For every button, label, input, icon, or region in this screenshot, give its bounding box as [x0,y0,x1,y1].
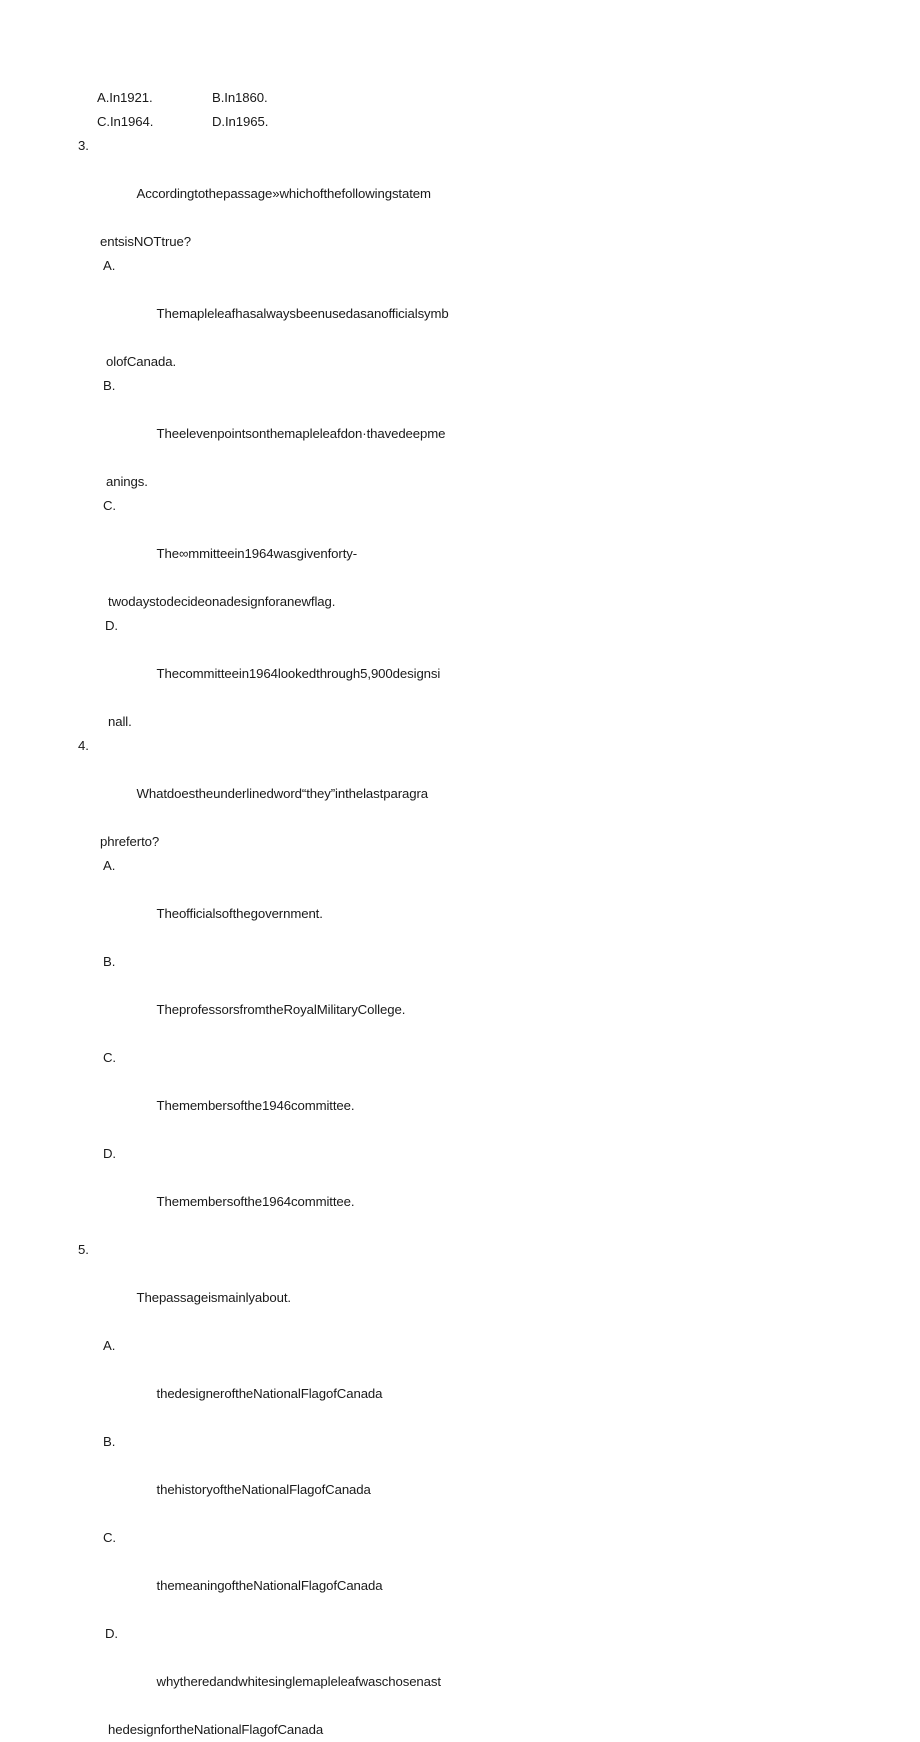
option-text: Themembersofthe1946committee. [156,1098,355,1113]
question-block-4: 4. Whatdoestheunderlinedword“they”inthel… [78,734,478,1238]
option-letter-b: B. [103,1434,116,1449]
question-number-4: 4. [78,738,89,753]
option-text: thedesigneroftheNationalFlagofCanada [156,1386,383,1401]
answer-row-cd: C.In1964. D.In1965. [78,110,478,134]
option-3-d-line-2: nall. [108,714,132,729]
question-block-5: 5. Thepassageismainlyabout. A. thedesign… [78,1238,478,1742]
option-5-b: B. thehistoryoftheNationalFlagofCanada [78,1430,478,1526]
question-stem-4-line-1: 4. Whatdoestheunderlinedword“they”inthel… [78,734,478,830]
question-stem-5-line-1: 5. Thepassageismainlyabout. [78,1238,478,1334]
option-letter-a: A. [103,258,116,273]
option-3-c-line-1: C. The∞mmitteein1964wasgivenforty- [78,494,478,590]
question-stem-3-line-1: 3. Accordingtothepassage»whichofthefollo… [78,134,478,230]
option-letter-c: C. [103,498,116,513]
option-4-c: C. Themembersofthe1946committee. [78,1046,478,1142]
option-text: themeaningoftheNationalFlagofCanada [156,1578,383,1593]
answer-option-b: B.In1860. [212,90,268,105]
option-letter-a: A. [103,1338,116,1353]
option-letter-d: D. [105,618,118,633]
option-text: Theofficialsofthegovernment. [156,906,323,921]
option-4-d: D. Themembersofthe1964committee. [78,1142,478,1238]
option-3-c-line-2: twodaystodecideonadesignforanewflag. [108,594,336,609]
question-stem-3-line-2: entsisNOTtrue? [100,234,191,249]
option-4-a: A. Theofficialsofthegovernment. [78,854,478,950]
question-stem-text: Accordingtothepassage»whichofthefollowin… [136,186,432,201]
question-stem-4-line-2: phreferto? [100,834,160,849]
option-text: TheprofessorsfromtheRoyalMilitaryCollege… [156,1002,406,1017]
option-letter-a: A. [103,858,116,873]
answer-row-ab: A.In1921. B.In1860. [78,86,478,110]
option-letter-d: D. [103,1146,116,1161]
option-text: whytheredandwhitesinglemapleleafwaschose… [156,1674,442,1689]
option-5-d-line-2: hedesignfortheNationalFlagofCanada [108,1722,324,1737]
option-letter-c: C. [103,1050,116,1065]
option-letter-c: C. [103,1530,116,1545]
option-3-a-line-2: olofCanada. [106,354,177,369]
document-body: A.In1921. B.In1860. C.In1964. D.In1965. … [78,86,478,1742]
question-number-3: 3. [78,138,89,153]
question-stem-text: Whatdoestheunderlinedword“they”inthelast… [136,786,429,801]
answer-option-d: D.In1965. [212,114,269,129]
option-text: Themembersofthe1964committee. [156,1194,355,1209]
option-3-b-line-1: B. Theelevenpointsonthemapleleafdon·thav… [78,374,478,470]
option-letter-b: B. [103,954,116,969]
option-3-b-line-2: anings. [106,474,148,489]
option-5-c: C. themeaningoftheNationalFlagofCanada [78,1526,478,1622]
document-page: A.In1921. B.In1860. C.In1964. D.In1965. … [0,0,920,1737]
option-letter-b: B. [103,378,116,393]
question-stem-text: Thepassageismainlyabout. [136,1290,292,1305]
question-number-5: 5. [78,1242,89,1257]
option-5-d-line-1: D. whytheredandwhitesinglemapleleafwasch… [78,1622,478,1718]
option-letter-d: D. [105,1626,118,1641]
option-text: The∞mmitteein1964wasgivenforty- [156,546,358,561]
option-text: thehistoryoftheNationalFlagofCanada [156,1482,371,1497]
option-3-a-line-1: A. Themapleleafhasalwaysbeenusedasanoffi… [78,254,478,350]
question-block-3: 3. Accordingtothepassage»whichofthefollo… [78,134,478,734]
option-4-b: B. TheprofessorsfromtheRoyalMilitaryColl… [78,950,478,1046]
answer-option-a: A.In1921. [97,90,153,105]
option-3-d-line-1: D. Thecommitteein1964lookedthrough5,900d… [78,614,478,710]
option-text: Theelevenpointsonthemapleleafdon·thavede… [156,426,446,441]
option-text: Thecommitteein1964lookedthrough5,900desi… [156,666,441,681]
option-text: Themapleleafhasalwaysbeenusedasanofficia… [156,306,449,321]
answer-option-c: C.In1964. [97,114,154,129]
option-5-a: A. thedesigneroftheNationalFlagofCanada [78,1334,478,1430]
